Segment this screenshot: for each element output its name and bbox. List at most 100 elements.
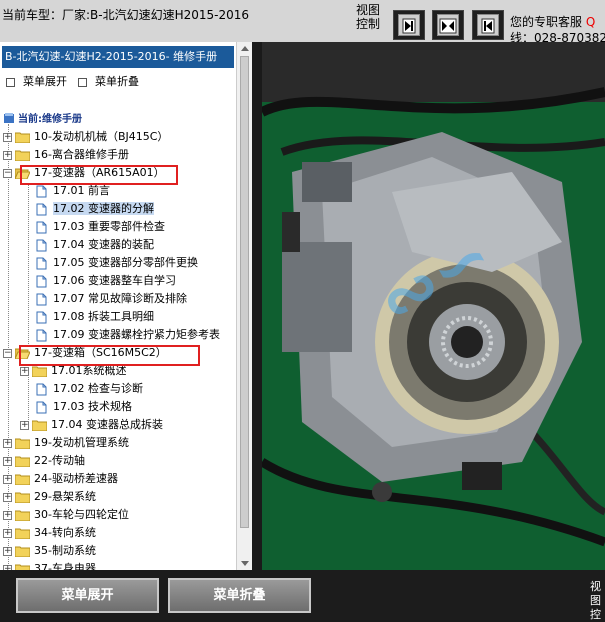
view-control-label-bottom: 视图控 — [590, 580, 601, 621]
tree-item-label: 10-发动机机械（BJ415C） — [34, 130, 169, 143]
folder-icon — [15, 546, 30, 557]
tree-item-10[interactable]: +10-发动机机械（BJ415C） — [3, 128, 168, 146]
expand-menu-link[interactable]: 菜单展开 — [6, 73, 67, 89]
bottom-bar: 菜单展开 菜单折叠 视图控 — [0, 570, 605, 621]
folder-icon — [15, 150, 30, 161]
first-page-button[interactable] — [393, 10, 425, 40]
tree-item-sc-17-04[interactable]: +17.04 变速器总成拆装 — [20, 416, 163, 434]
tree-item-label: 17.08 拆装工具明细 — [53, 310, 154, 323]
collapse-menu-label: 菜单折叠 — [95, 75, 139, 88]
tree-root[interactable]: 当前:维修手册 — [3, 110, 82, 125]
fit-page-button[interactable] — [432, 10, 464, 40]
fit-page-icon — [439, 18, 457, 34]
tree-item-label: 16-离合器维修手册 — [34, 148, 129, 161]
tree-item-17-08[interactable]: 17.08 拆装工具明细 — [36, 308, 154, 326]
tree-item-30[interactable]: +30-车轮与四轮定位 — [3, 506, 129, 524]
document-icon — [36, 203, 47, 215]
tree-item-34[interactable]: +34-转向系统 — [3, 524, 96, 542]
tree-item-17-06[interactable]: 17.06 变速器整车自学习 — [36, 272, 176, 290]
folder-icon — [32, 366, 47, 377]
tree-item-17-07[interactable]: 17.07 常见故障诊断及排除 — [36, 290, 187, 308]
service-label: 您的专职客服 — [510, 15, 583, 29]
document-icon — [36, 257, 47, 269]
scroll-thumb[interactable] — [240, 56, 249, 528]
folder-icon — [15, 510, 30, 521]
tree-item-label: 17.02 变速器的分解 — [53, 202, 154, 215]
folder-icon — [15, 438, 30, 449]
tree-item-17-09[interactable]: 17.09 变速器螺栓拧紧力矩参考表 — [36, 326, 220, 344]
expand-icon[interactable]: + — [3, 546, 12, 556]
collapse-menu-link[interactable]: 菜单折叠 — [78, 73, 139, 89]
tree-item-label: 17.03 技术规格 — [53, 400, 132, 413]
tree-item-16[interactable]: +16-离合器维修手册 — [3, 146, 129, 164]
tree-item-label: 30-车轮与四轮定位 — [34, 508, 129, 521]
tree-scrollbar[interactable] — [236, 42, 252, 570]
tree-item-17-05[interactable]: 17.05 变速器部分零部件更换 — [36, 254, 198, 272]
manual-image: ∾∽ — [262, 42, 605, 570]
tree-item-label: 17.03 重要零部件检查 — [53, 220, 165, 233]
tree-item-17-02[interactable]: 17.02 变速器的分解 — [36, 200, 154, 218]
view-control-label: 视图控制 — [356, 3, 381, 31]
expand-icon[interactable]: + — [3, 510, 12, 520]
tree-item-label: 35-制动系统 — [34, 544, 96, 557]
expand-icon[interactable]: + — [3, 438, 12, 448]
document-icon — [36, 383, 47, 395]
document-icon — [36, 275, 47, 287]
folder-icon — [15, 474, 30, 485]
manual-title: B-北汽幻速-幻速H2-2015-2016- 维修手册 — [2, 46, 234, 68]
tree-item-22[interactable]: +22-传动轴 — [3, 452, 85, 470]
service-q-link[interactable]: Q — [586, 15, 595, 29]
expand-icon[interactable]: + — [3, 492, 12, 502]
document-icon — [36, 293, 47, 305]
tree-item-label: 17.06 变速器整车自学习 — [53, 274, 176, 287]
previous-page-icon — [481, 18, 495, 34]
tree-item-17-03[interactable]: 17.03 重要零部件检查 — [36, 218, 165, 236]
tree-item-label: 17.02 检查与诊断 — [53, 382, 143, 395]
expand-icon[interactable]: + — [3, 132, 12, 142]
collapse-icon[interactable]: − — [3, 168, 12, 178]
tree-item-label: 17.05 变速器部分零部件更换 — [53, 256, 198, 269]
square-icon — [78, 77, 87, 87]
highlight-box — [20, 165, 178, 185]
scroll-down-icon[interactable] — [241, 561, 249, 566]
tree-item-label: 17.04 变速器总成拆装 — [51, 418, 163, 431]
square-icon — [6, 77, 15, 87]
tree-item-17-04[interactable]: 17.04 变速器的装配 — [36, 236, 154, 254]
folder-icon — [15, 132, 30, 143]
tree-item-35[interactable]: +35-制动系统 — [3, 542, 96, 560]
expand-icon[interactable]: + — [3, 528, 12, 538]
folder-icon — [15, 528, 30, 539]
tree-item-24[interactable]: +24-驱动桥差速器 — [3, 470, 118, 488]
expand-menu-button[interactable]: 菜单展开 — [16, 578, 159, 613]
collapse-icon[interactable]: − — [3, 348, 12, 358]
document-icon — [36, 401, 47, 413]
expand-icon[interactable]: + — [20, 366, 29, 376]
collapse-menu-button[interactable]: 菜单折叠 — [168, 578, 311, 613]
tree-item-37[interactable]: +37-车身电器 — [3, 560, 96, 570]
expand-icon[interactable]: + — [20, 420, 29, 430]
folder-icon — [32, 420, 47, 431]
scroll-up-icon[interactable] — [241, 46, 249, 51]
book-icon — [4, 113, 14, 123]
tree-item-label: 22-传动轴 — [34, 454, 85, 467]
folder-icon — [15, 456, 30, 467]
tree-item-label: 17.07 常见故障诊断及排除 — [53, 292, 187, 305]
expand-icon[interactable]: + — [3, 474, 12, 484]
tree-item-label: 19-发动机管理系统 — [34, 436, 129, 449]
highlight-box — [19, 345, 200, 366]
document-icon — [36, 311, 47, 323]
tree-item-29[interactable]: +29-悬架系统 — [3, 488, 96, 506]
tree-item-sc-17-03[interactable]: 17.03 技术规格 — [36, 398, 132, 416]
expand-icon[interactable]: + — [3, 456, 12, 466]
tree-item-label: 17.01 前言 — [53, 184, 110, 197]
tree-item-label: 17.09 变速器螺栓拧紧力矩参考表 — [53, 328, 220, 341]
manual-tree: 当前:维修手册 +10-发动机机械（BJ415C） +16-离合器维修手册 − 1… — [0, 102, 236, 570]
tree-item-label: 34-转向系统 — [34, 526, 96, 539]
tree-item-label: 24-驱动桥差速器 — [34, 472, 118, 485]
tree-item-sc-17-02[interactable]: 17.02 检查与诊断 — [36, 380, 143, 398]
tree-item-19[interactable]: +19-发动机管理系统 — [3, 434, 129, 452]
previous-page-button[interactable] — [472, 10, 504, 40]
tree-item-label: 37-车身电器 — [34, 562, 96, 570]
expand-icon[interactable]: + — [3, 150, 12, 160]
tree-item-label: 17.04 变速器的装配 — [53, 238, 154, 251]
